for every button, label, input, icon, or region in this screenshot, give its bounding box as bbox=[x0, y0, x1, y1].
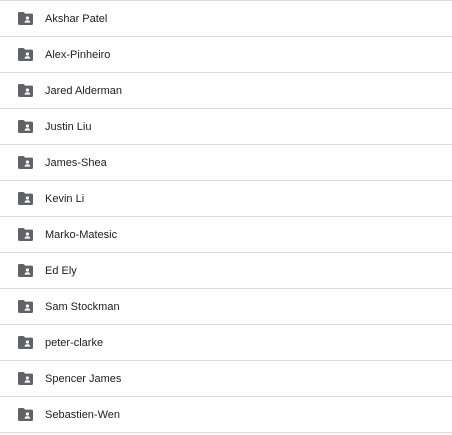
shared-folder-icon bbox=[17, 335, 33, 351]
folder-row[interactable]: Justin Liu bbox=[0, 109, 452, 145]
shared-folder-icon bbox=[17, 83, 33, 99]
folder-name: Akshar Patel bbox=[45, 12, 108, 25]
shared-folder-icon bbox=[17, 11, 33, 27]
shared-folder-icon bbox=[17, 47, 33, 63]
folder-name: Kevin Li bbox=[45, 192, 85, 205]
folder-row[interactable]: Marko-Matesic bbox=[0, 217, 452, 253]
folder-name: Spencer James bbox=[45, 372, 122, 385]
folder-name: Marko-Matesic bbox=[45, 228, 118, 241]
folder-row[interactable]: peter-clarke bbox=[0, 325, 452, 361]
folder-row[interactable]: Spencer James bbox=[0, 361, 452, 397]
folder-name: Alex-Pinheiro bbox=[45, 48, 111, 61]
folder-list: Akshar Patel Alex-Pinheiro Jared Alderma… bbox=[0, 0, 452, 435]
folder-row[interactable]: Sebastien-Wen bbox=[0, 397, 452, 433]
folder-row[interactable]: Akshar Patel bbox=[0, 1, 452, 37]
folder-name: Jared Alderman bbox=[45, 84, 123, 97]
shared-folder-icon bbox=[17, 371, 33, 387]
folder-row[interactable]: Jared Alderman bbox=[0, 73, 452, 109]
folder-name: Ed Ely bbox=[45, 264, 77, 277]
shared-folder-icon bbox=[17, 299, 33, 315]
folder-name: Sebastien-Wen bbox=[45, 408, 121, 421]
folder-name: peter-clarke bbox=[45, 336, 104, 349]
folder-row[interactable]: Ed Ely bbox=[0, 253, 452, 289]
folder-name: Justin Liu bbox=[45, 120, 92, 133]
shared-folder-icon bbox=[17, 227, 33, 243]
shared-folder-icon bbox=[17, 119, 33, 135]
shared-folder-icon bbox=[17, 263, 33, 279]
folder-row[interactable]: James-Shea bbox=[0, 145, 452, 181]
folder-name: Sam Stockman bbox=[45, 300, 120, 313]
folder-row[interactable]: Alex-Pinheiro bbox=[0, 37, 452, 73]
shared-folder-icon bbox=[17, 407, 33, 423]
folder-row[interactable]: Sam Stockman bbox=[0, 289, 452, 325]
folder-row[interactable]: Kevin Li bbox=[0, 181, 452, 217]
folder-name: James-Shea bbox=[45, 156, 107, 169]
shared-folder-icon bbox=[17, 191, 33, 207]
shared-folder-icon bbox=[17, 155, 33, 171]
